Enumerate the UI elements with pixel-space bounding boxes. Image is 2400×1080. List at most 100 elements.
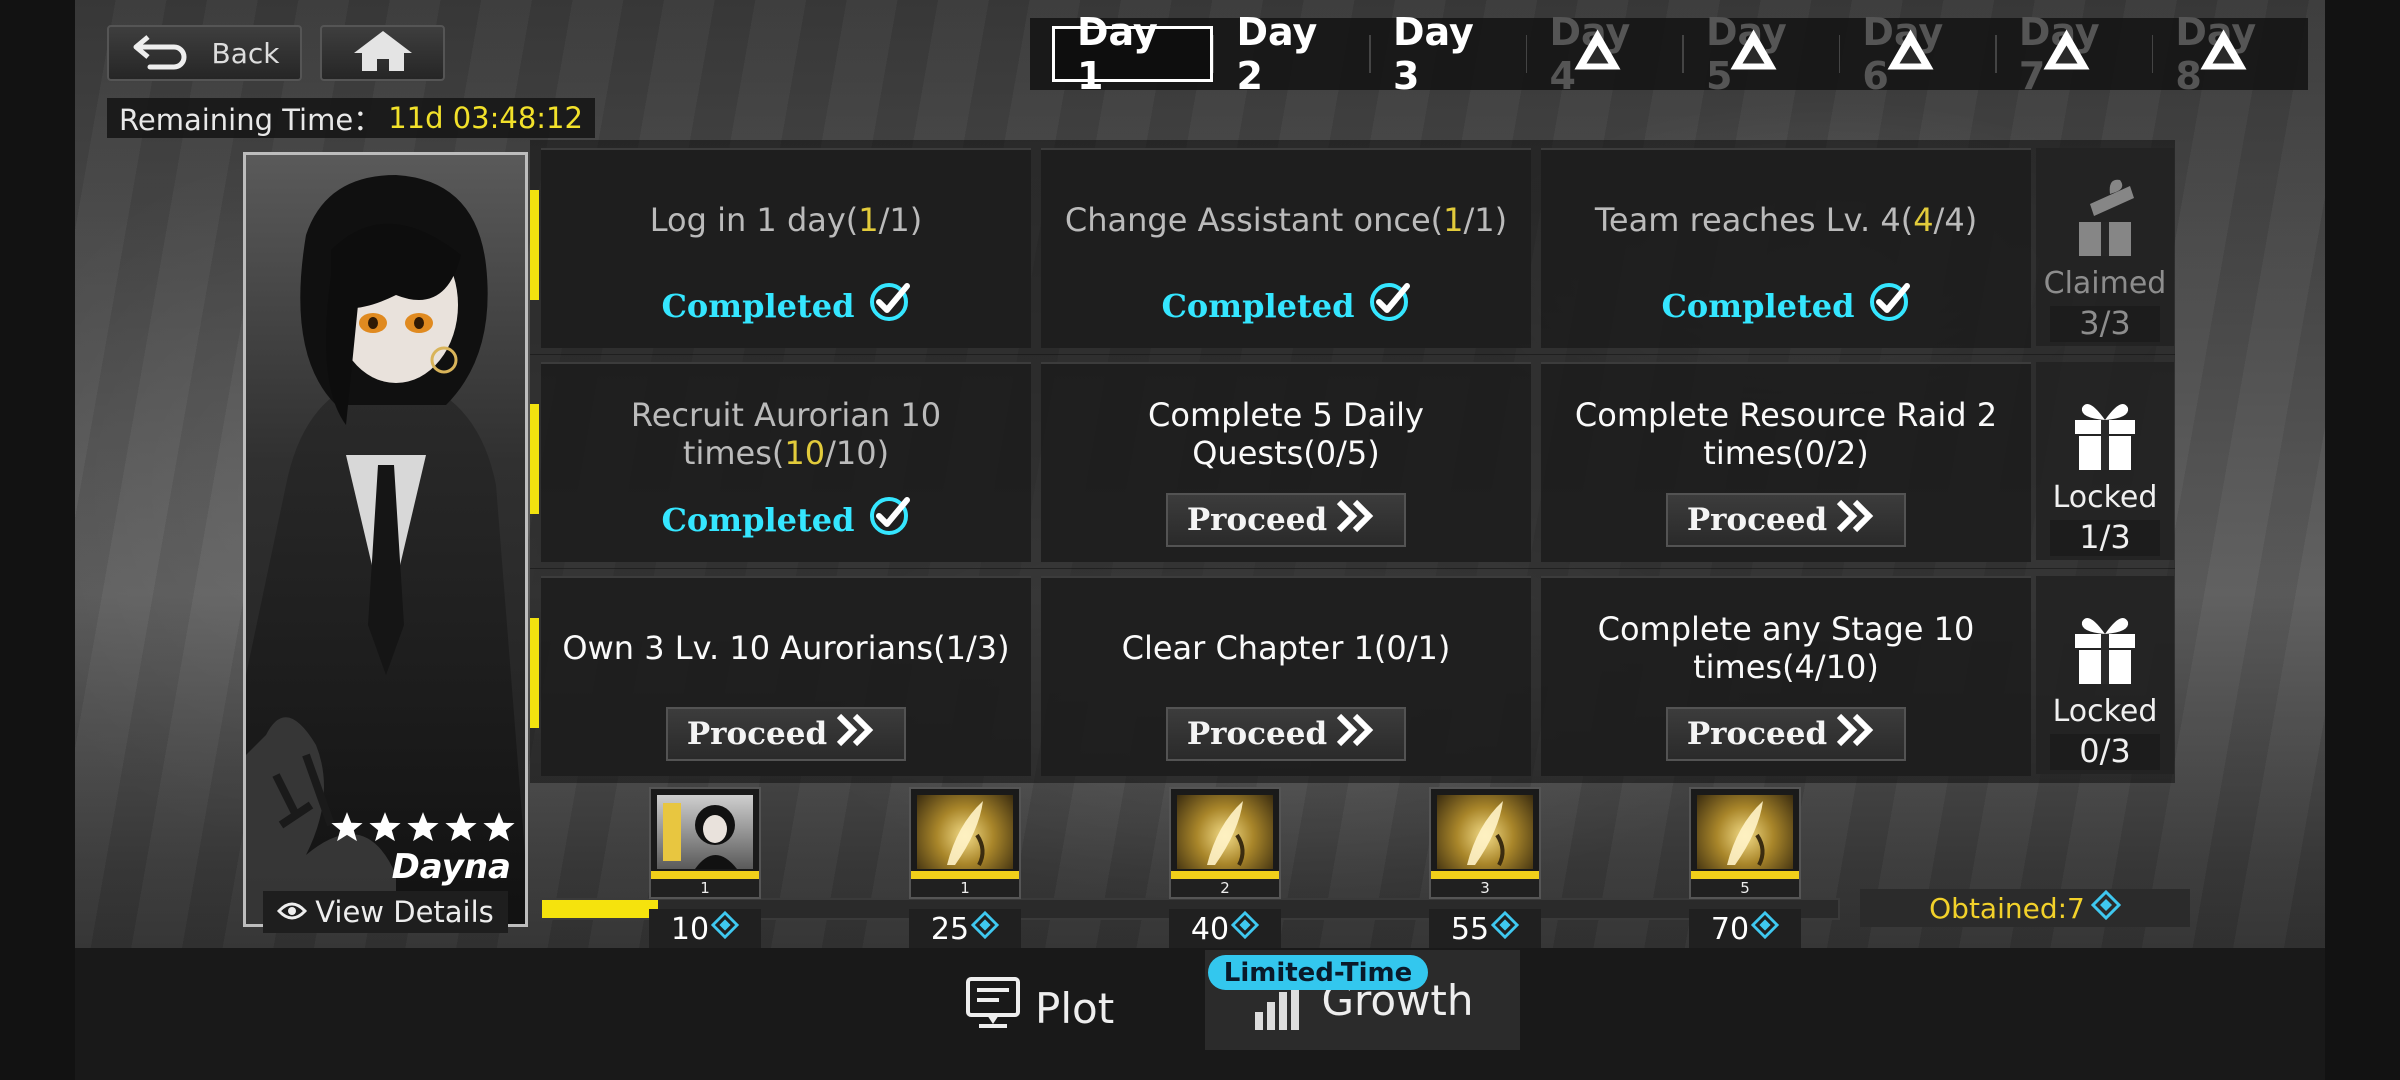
quill-icon bbox=[1437, 795, 1533, 869]
obtained-points: Obtained:7 bbox=[1860, 889, 2190, 927]
back-button[interactable]: Back bbox=[107, 25, 302, 81]
item-quantity: 3 bbox=[1431, 879, 1539, 897]
task-card: Team reaches Lv. 4(4/4) Completed bbox=[1541, 148, 2031, 348]
task-description: Complete Resource Raid 2 times(0/2) bbox=[1541, 394, 2031, 474]
task-description: Recruit Aurorian 10 times(10/10) bbox=[541, 394, 1031, 474]
task-status: Proceed bbox=[1541, 707, 2031, 761]
remaining-time: Remaining Time： 11d 03:48:12 bbox=[107, 98, 595, 138]
tab-day-6[interactable]: Day 6 bbox=[1840, 10, 1995, 98]
reward-state: Locked bbox=[2052, 694, 2158, 729]
tab-day-5[interactable]: Day 5 bbox=[1684, 10, 1839, 98]
milestone-points: 40 bbox=[1169, 909, 1281, 949]
completed-text: Completed bbox=[661, 287, 855, 325]
task-description: Complete any Stage 10 times(4/10) bbox=[1541, 608, 2031, 688]
row-indicator bbox=[530, 404, 539, 514]
point-gem-icon bbox=[970, 910, 1000, 947]
completed-text: Completed bbox=[1661, 287, 1855, 325]
proceed-label: Proceed bbox=[1686, 502, 1828, 538]
task-card: Own 3 Lv. 10 Aurorians(1/3) Proceed bbox=[541, 576, 1031, 776]
proceed-button[interactable]: Proceed bbox=[1166, 493, 1406, 547]
task-progress-current: 4 bbox=[1794, 648, 1815, 686]
item-quantity: 2 bbox=[1171, 879, 1279, 897]
proceed-label: Proceed bbox=[1186, 502, 1328, 538]
character-name: Dayna bbox=[391, 847, 511, 887]
task-progress-current: 0 bbox=[1315, 434, 1337, 472]
limited-time-badge: Limited-Time bbox=[1208, 955, 1428, 990]
point-gem-icon bbox=[710, 910, 740, 947]
rarity-strip bbox=[1691, 871, 1799, 879]
task-text: Log in 1 day(1/1) bbox=[649, 201, 923, 239]
milestone-reward[interactable]: 1 10 bbox=[649, 787, 761, 949]
star-icon bbox=[330, 810, 364, 848]
character-thumbnail-icon bbox=[657, 795, 753, 869]
golden-quill-item: 2 bbox=[1169, 787, 1281, 899]
tab-day-2[interactable]: Day 2 bbox=[1214, 10, 1369, 98]
task-progress-current: 1 bbox=[1443, 201, 1464, 239]
eye-icon bbox=[277, 895, 308, 929]
task-card: Clear Chapter 1(0/1) Proceed bbox=[1041, 576, 1531, 776]
proceed-button[interactable]: Proceed bbox=[1166, 707, 1406, 761]
home-icon bbox=[352, 29, 414, 77]
row-reward-chest[interactable]: Locked 0/3 bbox=[2036, 576, 2174, 774]
milestone-reward[interactable]: 5 70 bbox=[1689, 787, 1801, 949]
milestone-reward[interactable]: 2 40 bbox=[1169, 787, 1281, 949]
task-progress-current: 0 bbox=[1386, 629, 1407, 667]
task-status: Completed bbox=[541, 496, 1031, 544]
row-reward-chest[interactable]: Claimed 3/3 bbox=[2036, 148, 2174, 346]
task-card: Recruit Aurorian 10 times(10/10) Complete… bbox=[541, 362, 1031, 562]
task-progress-current: 10 bbox=[784, 434, 826, 472]
task-card: Log in 1 day(1/1) Completed bbox=[541, 148, 1031, 348]
remaining-time-value: 11d 03:48:12 bbox=[388, 101, 583, 135]
reward-count: 0/3 bbox=[2079, 732, 2131, 770]
task-description: Team reaches Lv. 4(4/4) bbox=[1541, 180, 2031, 260]
lock-icon bbox=[1729, 28, 1779, 81]
tab-day-8[interactable]: Day 8 bbox=[2153, 10, 2308, 98]
task-text: Complete any Stage 10 times(4/10) bbox=[1597, 610, 1975, 686]
tab-day-3[interactable]: Day 3 bbox=[1371, 10, 1526, 98]
bottom-nav bbox=[75, 948, 2325, 1080]
milestone-points-value: 10 bbox=[670, 911, 710, 947]
proceed-button[interactable]: Proceed bbox=[666, 707, 906, 761]
view-details-button[interactable]: View Details bbox=[263, 891, 508, 933]
milestone-reward[interactable]: 3 55 bbox=[1429, 787, 1541, 949]
double-chevron-icon bbox=[1335, 712, 1385, 756]
milestone-reward[interactable]: 1 25 bbox=[909, 787, 1021, 949]
task-status: Proceed bbox=[1041, 493, 1531, 547]
task-status: Proceed bbox=[1541, 493, 2031, 547]
tab-plot[interactable]: Plot bbox=[965, 970, 1114, 1046]
monitor-icon bbox=[965, 976, 1021, 1040]
point-gem-icon bbox=[1490, 910, 1520, 947]
tab-day-4[interactable]: Day 4 bbox=[1527, 10, 1682, 98]
proceed-button[interactable]: Proceed bbox=[1666, 493, 1906, 547]
home-button[interactable] bbox=[320, 25, 445, 81]
obtained-label: Obtained:7 bbox=[1929, 891, 2085, 925]
task-text: Team reaches Lv. 4(4/4) bbox=[1594, 201, 1978, 239]
point-gem-icon bbox=[1230, 910, 1260, 947]
golden-quill-item: 1 bbox=[909, 787, 1021, 899]
proceed-button[interactable]: Proceed bbox=[1666, 707, 1906, 761]
row-reward-chest[interactable]: Locked 1/3 bbox=[2036, 362, 2174, 560]
star-icon bbox=[406, 810, 440, 848]
task-status: Proceed bbox=[1041, 707, 1531, 761]
lock-icon bbox=[2042, 28, 2092, 81]
completed-label: Completed bbox=[1661, 280, 1910, 332]
double-chevron-icon bbox=[835, 712, 885, 756]
task-card: Complete 5 Daily Quests(0/5) Proceed bbox=[1041, 362, 1531, 562]
milestone-points: 10 bbox=[649, 909, 761, 949]
point-gem-icon bbox=[2090, 889, 2121, 927]
task-status: Completed bbox=[1041, 282, 1531, 330]
task-progress-current: 0 bbox=[1804, 434, 1826, 472]
task-description: Change Assistant once(1/1) bbox=[1041, 180, 1531, 260]
task-text: Clear Chapter 1(0/1) bbox=[1121, 629, 1451, 667]
task-description: Log in 1 day(1/1) bbox=[541, 180, 1031, 260]
tab-day-1[interactable]: Day 1 bbox=[1052, 10, 1213, 98]
character-portrait[interactable]: Dayna bbox=[243, 152, 528, 927]
double-chevron-icon bbox=[1335, 498, 1385, 542]
task-description: Complete 5 Daily Quests(0/5) bbox=[1041, 394, 1531, 474]
task-status: Proceed bbox=[541, 707, 1031, 761]
tab-day-7[interactable]: Day 7 bbox=[1997, 10, 2152, 98]
milestone-points-value: 55 bbox=[1450, 911, 1490, 947]
rarity-strip bbox=[651, 871, 759, 879]
gift-icon bbox=[2070, 606, 2140, 690]
character-card-item: 1 bbox=[649, 787, 761, 899]
